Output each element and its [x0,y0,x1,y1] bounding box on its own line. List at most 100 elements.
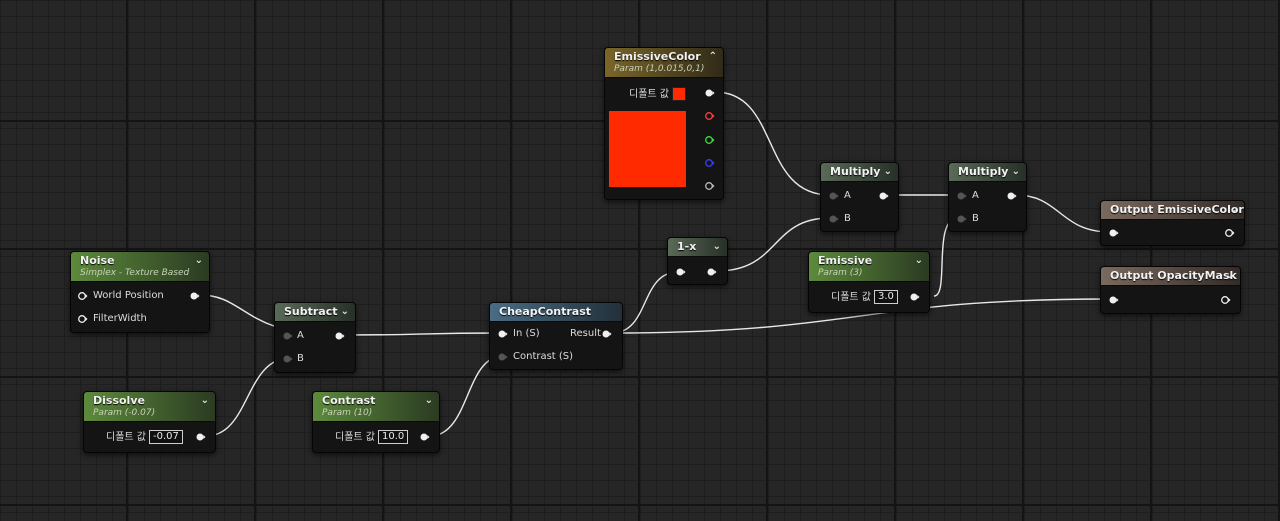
node-title: Output OpacityMask [1110,269,1237,282]
pin-label-a: A [844,190,851,201]
input-pin-icon[interactable] [957,192,967,200]
value-field[interactable]: 10.0 [377,430,409,444]
default-value-label: 디폴트 값 [629,89,669,100]
input-pin-icon[interactable] [78,292,88,300]
chevron-down-icon[interactable]: ⌄ [1012,166,1020,177]
node-header[interactable]: Contrast Param (10) ⌄ [313,392,439,422]
input-pin-icon[interactable] [1109,296,1119,304]
chevron-down-icon[interactable]: ⌄ [425,395,433,406]
pin-label-world-position: World Position [93,290,164,301]
output-pin-icon[interactable] [602,330,612,338]
node-subtract[interactable]: Subtract ⌄ A B [274,302,356,373]
pin-label-filterwidth: FilterWidth [93,313,147,324]
pin-label-in: In (S) [513,328,540,339]
input-pin-icon[interactable] [283,355,293,363]
output-pin-icon[interactable] [190,292,200,300]
pin-label-a: A [297,330,304,341]
node-header[interactable]: Subtract ⌄ [275,303,355,322]
node-subtitle: Param (3) [818,268,863,278]
output-pin-blue-icon[interactable] [705,159,715,167]
input-pin-icon[interactable] [829,192,839,200]
node-title: Multiply [958,165,1009,178]
chevron-up-icon[interactable]: ⌃ [709,51,717,62]
pin-label-b: B [972,213,979,224]
node-header[interactable]: Noise Simplex - Texture Based ⌄ [71,252,209,282]
node-subtitle: Param (1,0.015,0,1) [614,64,705,74]
node-multiply-2[interactable]: Multiply ⌄ A B [948,162,1027,232]
chevron-down-icon[interactable]: ⌄ [201,395,209,406]
output-pin-red-icon[interactable] [705,112,715,120]
node-header[interactable]: Output EmissiveColor ⌄ [1101,201,1244,220]
output-pin-icon[interactable] [420,433,430,441]
output-pin-icon[interactable] [1221,296,1231,304]
chevron-down-icon[interactable]: ⌄ [915,255,923,266]
chevron-down-icon[interactable]: ⌄ [341,306,349,317]
output-pin-green-icon[interactable] [705,136,715,144]
output-pin-icon[interactable] [707,268,717,276]
node-header[interactable]: Multiply ⌄ [949,163,1026,182]
node-subtitle: Param (10) [322,408,373,418]
node-title: Multiply [830,165,881,178]
chevron-down-icon[interactable]: ⌄ [1230,204,1238,215]
node-subtitle: Simplex - Texture Based [80,268,190,278]
node-title: Output EmissiveColor [1110,203,1244,216]
node-title: 1-x [677,240,697,253]
node-header[interactable]: CheapContrast [490,303,622,322]
input-pin-icon[interactable] [676,268,686,276]
node-output-opacity-mask[interactable]: Output OpacityMask ⌄ [1100,266,1241,314]
input-pin-icon[interactable] [957,215,967,223]
input-pin-icon[interactable] [283,332,293,340]
node-header[interactable]: Dissolve Param (-0.07) ⌄ [84,392,215,422]
output-pin-rgba-icon[interactable] [705,89,715,97]
node-dissolve[interactable]: Dissolve Param (-0.07) ⌄ 디폴트 값 -0.07 [83,391,216,453]
wire-emissivecolor-to-multiply1 [714,91,831,196]
node-header[interactable]: 1-x ⌄ [668,238,727,257]
node-header[interactable]: Emissive Param (3) ⌄ [809,252,929,282]
output-pin-icon[interactable] [910,293,920,301]
node-title: Subtract [284,305,338,318]
node-title: EmissiveColor [614,50,701,63]
color-swatch[interactable] [671,87,686,101]
node-cheapcontrast[interactable]: CheapContrast In (S) Result Contrast (S) [489,302,623,370]
color-preview [609,111,686,187]
wire-multiply2-to-output [1015,194,1111,233]
output-pin-icon[interactable] [1225,229,1235,237]
node-emissive[interactable]: Emissive Param (3) ⌄ 디폴트 값 3.0 [808,251,930,313]
value-field[interactable]: 3.0 [873,290,898,304]
wire-subtract-to-cheapcontrast [344,332,501,336]
chevron-down-icon[interactable]: ⌄ [1226,270,1234,281]
output-pin-icon[interactable] [1007,192,1017,200]
pin-label-b: B [297,353,304,364]
node-emissive-color[interactable]: EmissiveColor Param (1,0.015,0,1) ⌃ 디폴트 … [604,47,724,200]
chevron-down-icon[interactable]: ⌄ [884,166,892,177]
input-pin-icon[interactable] [498,353,508,361]
default-value-row: 디폴트 값 3.0 [831,290,898,305]
input-pin-icon[interactable] [1109,229,1119,237]
node-title: Contrast [322,394,376,407]
output-pin-alpha-icon[interactable] [705,182,715,190]
node-header[interactable]: EmissiveColor Param (1,0.015,0,1) ⌃ [605,48,723,78]
chevron-down-icon[interactable]: ⌄ [713,241,721,252]
node-header[interactable]: Multiply ⌄ [821,163,898,182]
node-title: Noise [80,254,115,267]
node-subtitle: Param (-0.07) [93,408,156,418]
chevron-down-icon[interactable]: ⌄ [195,255,203,266]
input-pin-icon[interactable] [829,215,839,223]
pin-label-b: B [844,213,851,224]
node-output-emissive-color[interactable]: Output EmissiveColor ⌄ [1100,200,1245,246]
output-pin-icon[interactable] [879,192,889,200]
default-value-row: 디폴트 값 10.0 [335,430,409,445]
default-value-label: 디폴트 값 [831,292,871,303]
output-pin-icon[interactable] [196,433,206,441]
input-pin-icon[interactable] [78,315,88,323]
value-field[interactable]: -0.07 [148,430,183,444]
node-noise[interactable]: Noise Simplex - Texture Based ⌄ World Po… [70,251,210,333]
node-header[interactable]: Output OpacityMask ⌄ [1101,267,1240,286]
input-pin-icon[interactable] [498,330,508,338]
node-contrast[interactable]: Contrast Param (10) ⌄ 디폴트 값 10.0 [312,391,440,453]
pin-label-a: A [972,190,979,201]
default-value-row: 디폴트 값 [629,87,686,102]
node-multiply-1[interactable]: Multiply ⌄ A B [820,162,899,232]
output-pin-icon[interactable] [335,332,345,340]
node-one-minus[interactable]: 1-x ⌄ [667,237,728,285]
